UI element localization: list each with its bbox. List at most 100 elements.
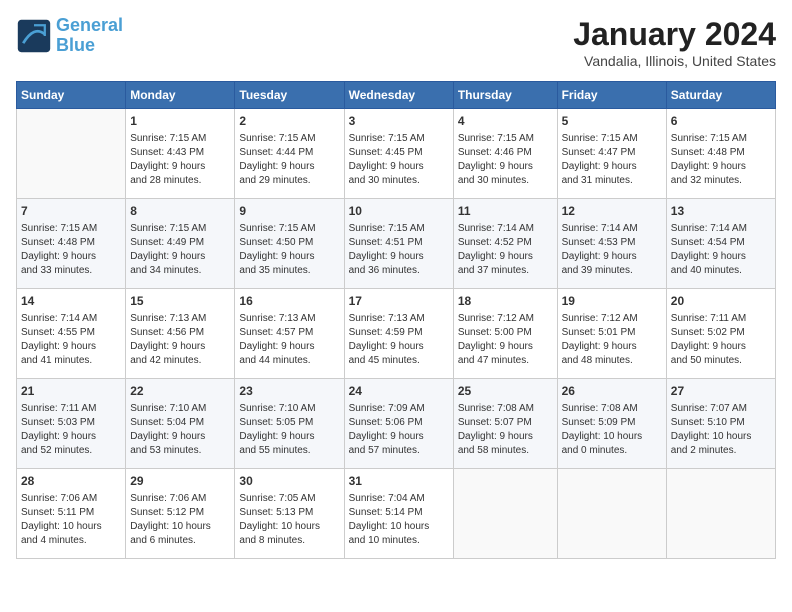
day-info: Sunrise: 7:11 AM Sunset: 5:03 PM Dayligh… <box>21 402 121 458</box>
day-info: Sunrise: 7:04 AM Sunset: 5:14 PM Dayligh… <box>349 492 449 548</box>
day-info: Sunrise: 7:14 AM Sunset: 4:52 PM Dayligh… <box>458 222 553 278</box>
calendar-cell: 6 Sunrise: 7:15 AM Sunset: 4:48 PM Daylig… <box>666 109 775 199</box>
calendar-cell: 13 Sunrise: 7:14 AM Sunset: 4:54 PM Dayli… <box>666 199 775 289</box>
day-info: Sunrise: 7:06 AM Sunset: 5:11 PM Dayligh… <box>21 492 121 548</box>
day-number: 5 <box>562 113 662 130</box>
calendar-cell: 19 Sunrise: 7:12 AM Sunset: 5:01 PM Dayli… <box>557 289 666 379</box>
day-number: 1 <box>130 113 230 130</box>
day-info: Sunrise: 7:11 AM Sunset: 5:02 PM Dayligh… <box>671 312 771 368</box>
day-number: 22 <box>130 383 230 400</box>
day-number: 13 <box>671 203 771 220</box>
column-header-friday: Friday <box>557 82 666 109</box>
calendar-cell <box>557 469 666 559</box>
week-row-5: 28Sunrise: 7:06 AM Sunset: 5:11 PM Dayli… <box>17 469 776 559</box>
day-number: 21 <box>21 383 121 400</box>
day-number: 18 <box>458 293 553 310</box>
calendar-cell: 20 Sunrise: 7:11 AM Sunset: 5:02 PM Dayli… <box>666 289 775 379</box>
day-info: Sunrise: 7:15 AM Sunset: 4:49 PM Dayligh… <box>130 222 230 278</box>
day-number: 6 <box>671 113 771 130</box>
day-info: Sunrise: 7:14 AM Sunset: 4:54 PM Dayligh… <box>671 222 771 278</box>
calendar-cell: 31 Sunrise: 7:04 AM Sunset: 5:14 PM Dayli… <box>344 469 453 559</box>
day-info: Sunrise: 7:15 AM Sunset: 4:46 PM Dayligh… <box>458 132 553 188</box>
day-number: 8 <box>130 203 230 220</box>
day-info: Sunrise: 7:07 AM Sunset: 5:10 PM Dayligh… <box>671 402 771 458</box>
calendar-cell: 11Sunrise: 7:14 AM Sunset: 4:52 PM Dayli… <box>453 199 557 289</box>
day-number: 19 <box>562 293 662 310</box>
day-number: 9 <box>239 203 339 220</box>
day-number: 2 <box>239 113 339 130</box>
calendar-cell: 16 Sunrise: 7:13 AM Sunset: 4:57 PM Dayli… <box>235 289 344 379</box>
logo: General Blue <box>16 16 123 56</box>
calendar-cell: 25 Sunrise: 7:08 AM Sunset: 5:07 PM Dayli… <box>453 379 557 469</box>
day-info: Sunrise: 7:13 AM Sunset: 4:56 PM Dayligh… <box>130 312 230 368</box>
day-number: 31 <box>349 473 449 490</box>
week-row-3: 14 Sunrise: 7:14 AM Sunset: 4:55 PM Dayli… <box>17 289 776 379</box>
calendar-table: SundayMondayTuesdayWednesdayThursdayFrid… <box>16 81 776 559</box>
day-number: 16 <box>239 293 339 310</box>
day-info: Sunrise: 7:15 AM Sunset: 4:45 PM Dayligh… <box>349 132 449 188</box>
day-info: Sunrise: 7:06 AM Sunset: 5:12 PM Dayligh… <box>130 492 230 548</box>
day-number: 20 <box>671 293 771 310</box>
day-info: Sunrise: 7:14 AM Sunset: 4:53 PM Dayligh… <box>562 222 662 278</box>
logo-icon <box>16 18 52 54</box>
calendar-body: 1 Sunrise: 7:15 AM Sunset: 4:43 PM Daylig… <box>17 109 776 559</box>
day-info: Sunrise: 7:15 AM Sunset: 4:44 PM Dayligh… <box>239 132 339 188</box>
day-number: 14 <box>21 293 121 310</box>
day-number: 27 <box>671 383 771 400</box>
calendar-cell: 21 Sunrise: 7:11 AM Sunset: 5:03 PM Dayli… <box>17 379 126 469</box>
day-info: Sunrise: 7:15 AM Sunset: 4:43 PM Dayligh… <box>130 132 230 188</box>
day-info: Sunrise: 7:15 AM Sunset: 4:50 PM Dayligh… <box>239 222 339 278</box>
day-number: 15 <box>130 293 230 310</box>
calendar-cell: 7 Sunrise: 7:15 AM Sunset: 4:48 PM Daylig… <box>17 199 126 289</box>
day-number: 7 <box>21 203 121 220</box>
calendar-header: SundayMondayTuesdayWednesdayThursdayFrid… <box>17 82 776 109</box>
day-info: Sunrise: 7:13 AM Sunset: 4:59 PM Dayligh… <box>349 312 449 368</box>
day-number: 30 <box>239 473 339 490</box>
day-number: 17 <box>349 293 449 310</box>
logo-line2: Blue <box>56 35 95 55</box>
calendar-cell <box>666 469 775 559</box>
day-info: Sunrise: 7:12 AM Sunset: 5:01 PM Dayligh… <box>562 312 662 368</box>
calendar-cell: 27 Sunrise: 7:07 AM Sunset: 5:10 PM Dayli… <box>666 379 775 469</box>
calendar-cell: 24Sunrise: 7:09 AM Sunset: 5:06 PM Dayli… <box>344 379 453 469</box>
logo-line1: General <box>56 15 123 35</box>
calendar-cell: 3 Sunrise: 7:15 AM Sunset: 4:45 PM Daylig… <box>344 109 453 199</box>
day-info: Sunrise: 7:09 AM Sunset: 5:06 PM Dayligh… <box>349 402 449 458</box>
day-info: Sunrise: 7:10 AM Sunset: 5:05 PM Dayligh… <box>239 402 339 458</box>
calendar-subtitle: Vandalia, Illinois, United States <box>573 53 776 69</box>
calendar-cell: 1 Sunrise: 7:15 AM Sunset: 4:43 PM Daylig… <box>126 109 235 199</box>
week-row-1: 1 Sunrise: 7:15 AM Sunset: 4:43 PM Daylig… <box>17 109 776 199</box>
calendar-cell: 9 Sunrise: 7:15 AM Sunset: 4:50 PM Daylig… <box>235 199 344 289</box>
calendar-cell: 12 Sunrise: 7:14 AM Sunset: 4:53 PM Dayli… <box>557 199 666 289</box>
day-info: Sunrise: 7:15 AM Sunset: 4:51 PM Dayligh… <box>349 222 449 278</box>
day-info: Sunrise: 7:15 AM Sunset: 4:48 PM Dayligh… <box>21 222 121 278</box>
column-header-sunday: Sunday <box>17 82 126 109</box>
logo-text: General Blue <box>56 16 123 56</box>
day-number: 12 <box>562 203 662 220</box>
day-number: 25 <box>458 383 553 400</box>
week-row-2: 7 Sunrise: 7:15 AM Sunset: 4:48 PM Daylig… <box>17 199 776 289</box>
calendar-cell: 14 Sunrise: 7:14 AM Sunset: 4:55 PM Dayli… <box>17 289 126 379</box>
calendar-cell: 15 Sunrise: 7:13 AM Sunset: 4:56 PM Dayli… <box>126 289 235 379</box>
calendar-cell: 29Sunrise: 7:06 AM Sunset: 5:12 PM Dayli… <box>126 469 235 559</box>
calendar-cell: 2 Sunrise: 7:15 AM Sunset: 4:44 PM Daylig… <box>235 109 344 199</box>
day-info: Sunrise: 7:13 AM Sunset: 4:57 PM Dayligh… <box>239 312 339 368</box>
day-number: 26 <box>562 383 662 400</box>
day-info: Sunrise: 7:15 AM Sunset: 4:48 PM Dayligh… <box>671 132 771 188</box>
day-number: 10 <box>349 203 449 220</box>
day-info: Sunrise: 7:14 AM Sunset: 4:55 PM Dayligh… <box>21 312 121 368</box>
calendar-cell: 10 Sunrise: 7:15 AM Sunset: 4:51 PM Dayli… <box>344 199 453 289</box>
day-info: Sunrise: 7:05 AM Sunset: 5:13 PM Dayligh… <box>239 492 339 548</box>
calendar-cell: 26Sunrise: 7:08 AM Sunset: 5:09 PM Dayli… <box>557 379 666 469</box>
day-info: Sunrise: 7:10 AM Sunset: 5:04 PM Dayligh… <box>130 402 230 458</box>
calendar-cell: 5 Sunrise: 7:15 AM Sunset: 4:47 PM Daylig… <box>557 109 666 199</box>
column-header-tuesday: Tuesday <box>235 82 344 109</box>
page-header: General Blue January 2024 Vandalia, Illi… <box>16 16 776 69</box>
week-row-4: 21 Sunrise: 7:11 AM Sunset: 5:03 PM Dayli… <box>17 379 776 469</box>
day-info: Sunrise: 7:08 AM Sunset: 5:07 PM Dayligh… <box>458 402 553 458</box>
day-number: 3 <box>349 113 449 130</box>
calendar-cell <box>453 469 557 559</box>
day-info: Sunrise: 7:15 AM Sunset: 4:47 PM Dayligh… <box>562 132 662 188</box>
calendar-cell: 4Sunrise: 7:15 AM Sunset: 4:46 PM Daylig… <box>453 109 557 199</box>
calendar-cell: 28Sunrise: 7:06 AM Sunset: 5:11 PM Dayli… <box>17 469 126 559</box>
